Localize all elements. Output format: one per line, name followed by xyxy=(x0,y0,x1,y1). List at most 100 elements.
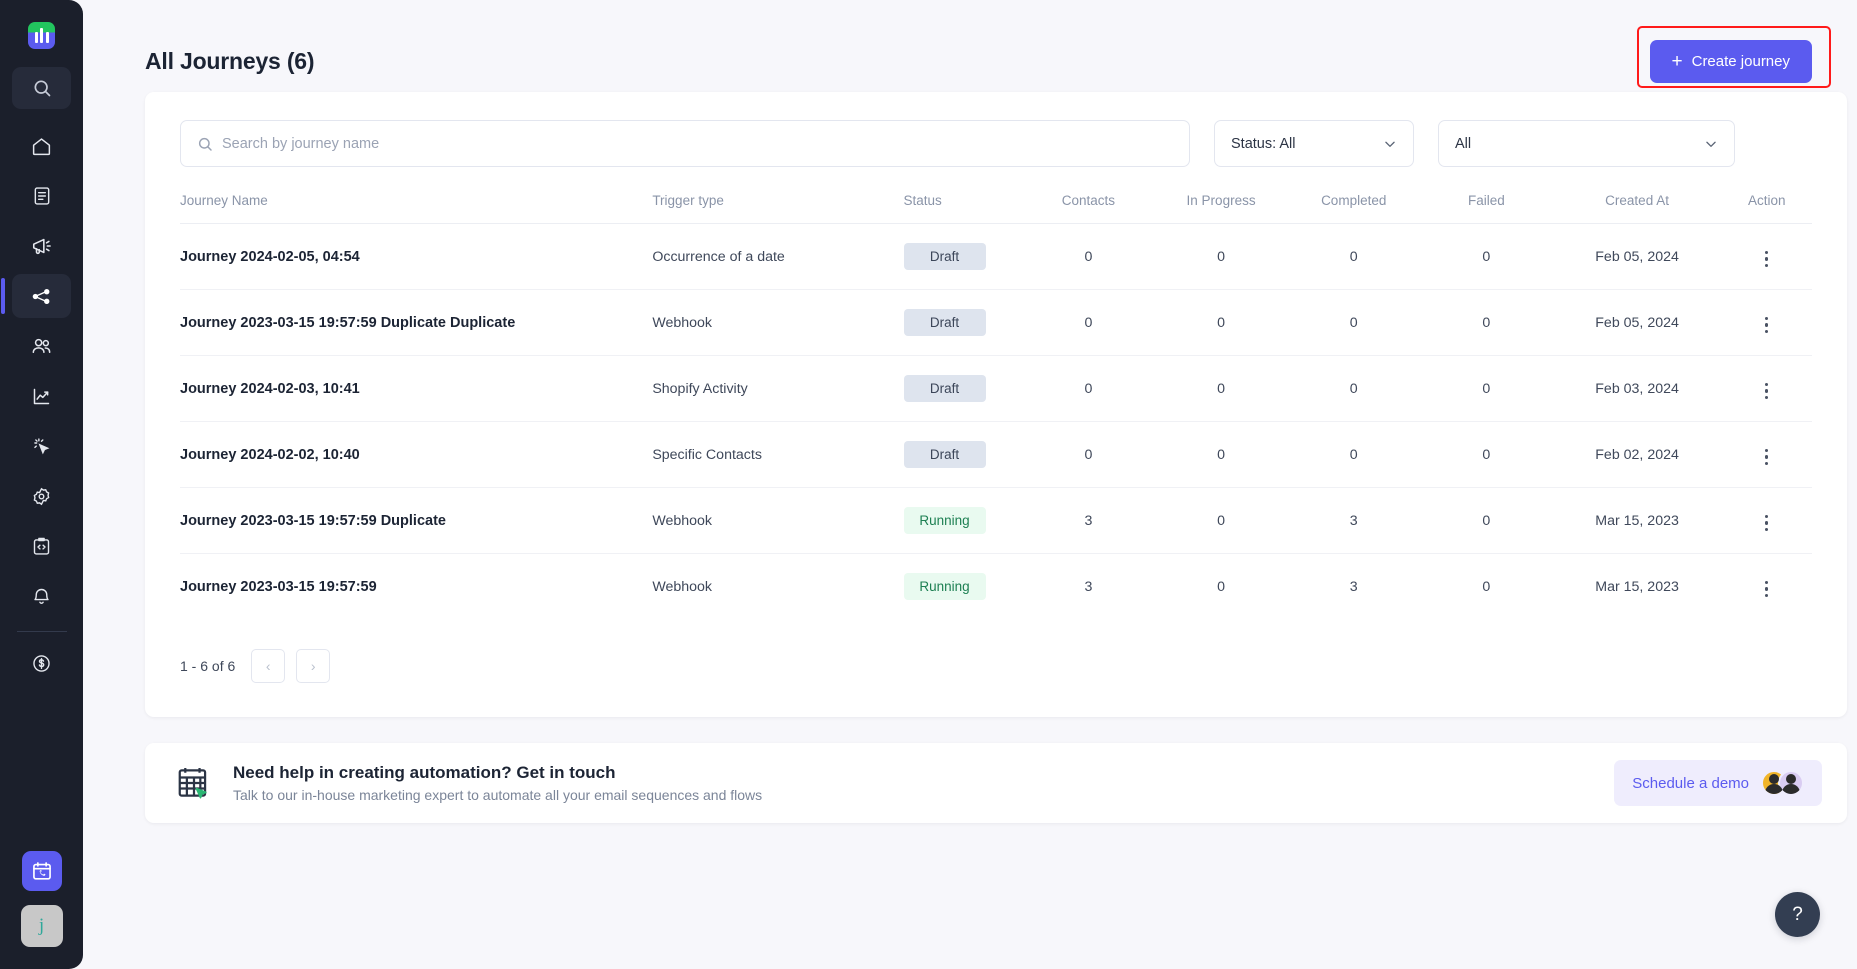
sidebar-item-templates[interactable] xyxy=(12,174,71,218)
contacts-count: 3 xyxy=(1084,578,1093,595)
row-actions-menu-icon[interactable] xyxy=(1757,247,1777,272)
table-row[interactable]: Journey 2023-03-15 19:57:59 Webhook Runnin… xyxy=(180,554,1812,620)
journey-name[interactable]: Journey 2024-02-03, 10:41 xyxy=(180,381,360,397)
sidebar-item-campaigns[interactable] xyxy=(12,224,71,268)
journey-name[interactable]: Journey 2023-03-15 19:57:59 Duplicate xyxy=(180,513,446,529)
promo-title: Need help in creating automation? Get in… xyxy=(233,763,616,782)
search-icon xyxy=(32,78,52,98)
billing-icon xyxy=(31,653,52,674)
failed-count: 0 xyxy=(1482,578,1491,595)
failed-count: 0 xyxy=(1420,355,1553,422)
journey-name[interactable]: Journey 2024-02-05, 04:54 xyxy=(180,249,360,265)
sidebar-divider xyxy=(16,631,67,632)
contacts-count: 0 xyxy=(1022,421,1155,488)
calendar-call-icon xyxy=(31,860,53,882)
home-icon xyxy=(31,136,52,157)
schedule-demo-label: Schedule a demo xyxy=(1632,774,1749,792)
created-at: Feb 05, 2024 xyxy=(1552,223,1722,290)
schedule-call-button[interactable] xyxy=(21,851,62,891)
completed-count: 0 xyxy=(1287,355,1421,422)
plus-icon: + xyxy=(1671,50,1683,72)
table-head: Journey Name Trigger type Status Contact… xyxy=(180,193,1812,224)
table-row[interactable]: Journey 2024-02-02, 10:40 Specific Contac… xyxy=(180,421,1812,488)
logo-bar xyxy=(40,28,43,43)
create-journey-label: Create journey xyxy=(1691,52,1790,70)
journey-name[interactable]: Journey 2024-02-02, 10:40 xyxy=(180,447,360,463)
completed-count: 3 xyxy=(1287,487,1421,554)
sidebar-item-billing[interactable] xyxy=(12,641,71,685)
mailmodo-logo[interactable] xyxy=(28,22,55,49)
help-button[interactable]: ? xyxy=(1775,892,1820,937)
col-action: Action xyxy=(1721,193,1812,224)
main-content: All Journeys (6) + Create journey Search… xyxy=(83,0,1857,969)
table-row[interactable]: Journey 2023-03-15 19:57:59 Duplicate Du… xyxy=(180,289,1812,356)
created-at: Feb 03, 2024 xyxy=(1552,355,1722,422)
sidebar-item-notifications[interactable] xyxy=(12,574,71,618)
sidebar-item-analytics[interactable] xyxy=(12,374,71,418)
created-at: Feb 02, 2024 xyxy=(1552,421,1722,488)
col-status: Status xyxy=(903,193,1023,224)
analytics-icon xyxy=(31,386,52,407)
search-input[interactable] xyxy=(222,135,1173,152)
click-icon xyxy=(31,436,52,457)
table-row[interactable]: Journey 2023-03-15 19:57:59 Duplicate Web… xyxy=(180,487,1812,554)
trigger-type: Webhook xyxy=(652,578,712,595)
demo-avatars xyxy=(1761,770,1804,796)
completed-count: 3 xyxy=(1349,578,1358,595)
code-icon xyxy=(31,536,52,557)
status-badge: Draft xyxy=(903,309,986,336)
col-journey-name: Journey Name xyxy=(180,193,653,224)
row-actions-menu-icon[interactable] xyxy=(1757,313,1777,338)
row-actions-menu-icon[interactable] xyxy=(1757,445,1777,470)
schedule-demo-button[interactable]: Schedule a demo xyxy=(1614,760,1822,806)
status-badge: Draft xyxy=(903,441,986,468)
sidebar-item-journeys[interactable] xyxy=(1,274,71,318)
sidebar-item-developers[interactable] xyxy=(12,524,71,568)
journeys-card: Status: All All Journey Name Trig xyxy=(145,92,1847,717)
status-filter-label: Status: All xyxy=(1231,135,1296,152)
journey-name[interactable]: Journey 2023-03-15 19:57:59 xyxy=(180,579,377,595)
sidebar-bottom-group: j xyxy=(0,851,83,947)
create-journey-wrapper: + Create journey xyxy=(1636,25,1831,88)
created-at: Mar 15, 2023 xyxy=(1552,487,1722,554)
table-body: Journey 2024-02-05, 04:54 Occurrence of a… xyxy=(180,223,1812,620)
pagination-next-button[interactable]: › xyxy=(296,649,331,683)
status-badge: Draft xyxy=(903,243,986,270)
created-at: Mar 15, 2023 xyxy=(1595,578,1679,595)
in-progress-count: 0 xyxy=(1154,355,1288,422)
table-row[interactable]: Journey 2024-02-05, 04:54 Occurrence of a… xyxy=(180,223,1812,290)
row-actions-menu-icon[interactable] xyxy=(1757,511,1777,536)
promo-banner: Need help in creating automation? Get in… xyxy=(145,743,1847,823)
trigger-type: Occurrence of a date xyxy=(652,223,904,290)
pagination-prev-button[interactable]: ‹ xyxy=(251,649,286,683)
contacts-count: 0 xyxy=(1022,223,1155,290)
sidebar-search-button[interactable] xyxy=(12,67,71,109)
col-completed: Completed xyxy=(1287,193,1421,224)
created-at: Feb 05, 2024 xyxy=(1552,289,1722,356)
in-progress-count: 0 xyxy=(1154,223,1288,290)
status-filter-select[interactable]: Status: All xyxy=(1214,120,1414,167)
in-progress-count: 0 xyxy=(1154,289,1288,356)
in-progress-count: 0 xyxy=(1154,421,1288,488)
completed-count: 0 xyxy=(1287,421,1421,488)
sidebar-item-click-tracking[interactable] xyxy=(12,424,71,468)
sidebar-item-contacts[interactable] xyxy=(12,324,71,368)
sidebar-item-home[interactable] xyxy=(12,124,71,168)
journey-icon xyxy=(31,286,52,307)
journey-name[interactable]: Journey 2023-03-15 19:57:59 Duplicate Du… xyxy=(180,315,515,331)
search-icon xyxy=(197,136,213,152)
search-journey-box[interactable] xyxy=(180,120,1190,167)
contacts-icon xyxy=(30,335,53,358)
in-progress-count: 0 xyxy=(1217,578,1226,595)
type-filter-select[interactable]: All xyxy=(1438,120,1735,167)
table-row[interactable]: Journey 2024-02-03, 10:41 Shopify Activit… xyxy=(180,355,1812,422)
promo-subtitle: Talk to our in-house marketing expert to… xyxy=(233,787,763,803)
user-avatar[interactable]: j xyxy=(20,905,63,947)
row-actions-menu-icon[interactable] xyxy=(1757,577,1777,602)
contacts-count: 3 xyxy=(1022,487,1155,554)
logo-bar xyxy=(45,32,49,43)
create-journey-button[interactable]: + Create journey xyxy=(1649,39,1812,83)
row-actions-menu-icon[interactable] xyxy=(1757,379,1777,404)
sidebar-item-settings[interactable] xyxy=(12,474,71,518)
chevron-down-icon xyxy=(1383,137,1397,151)
